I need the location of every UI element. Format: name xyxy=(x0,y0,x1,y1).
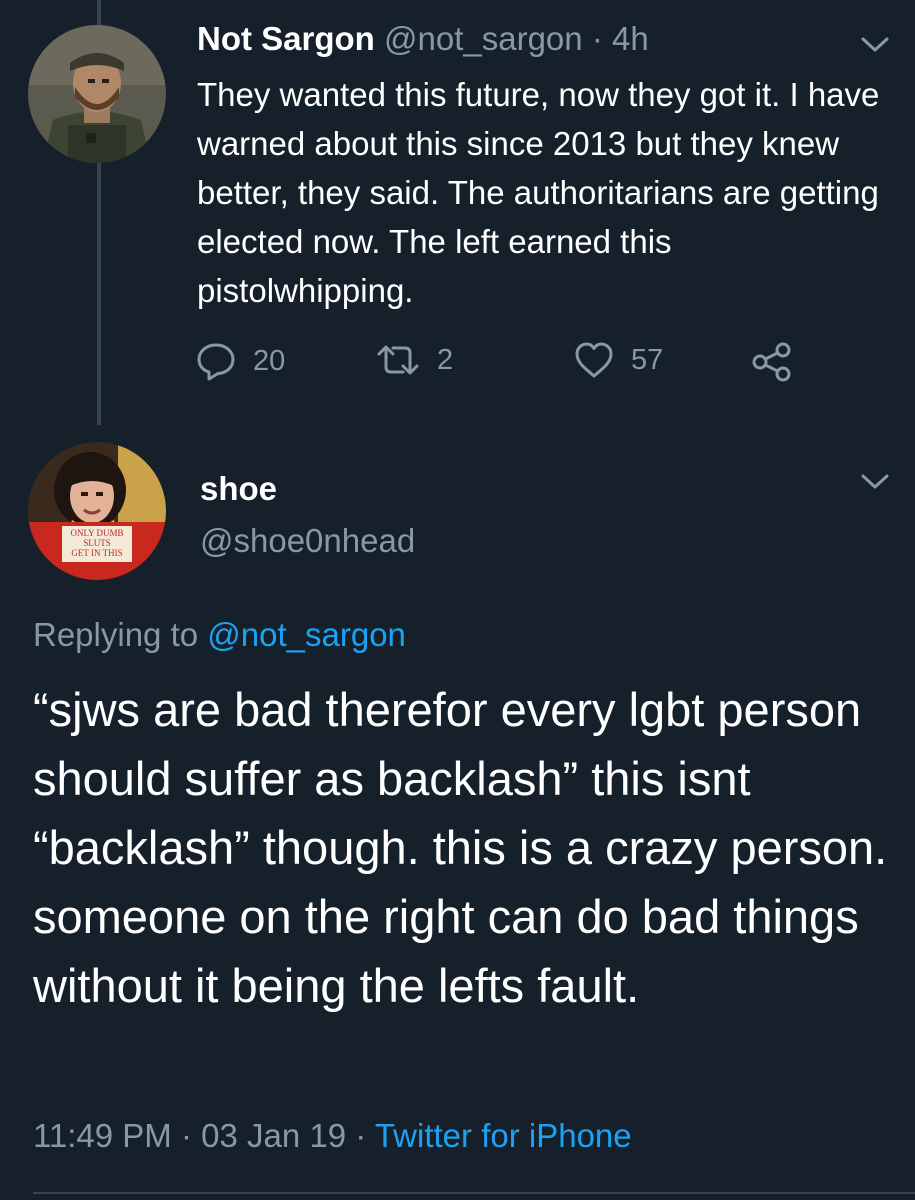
retweet-count: 2 xyxy=(437,343,454,376)
parent-avatar[interactable] xyxy=(28,25,166,163)
share-button[interactable] xyxy=(750,340,794,384)
svg-text:GET IN THIS: GET IN THIS xyxy=(71,548,122,558)
tweet-source[interactable]: Twitter for iPhone xyxy=(375,1117,632,1154)
avatar-sign-text: ONLY DUMB xyxy=(70,528,123,538)
parent-tweet-text: They wanted this future, now they got it… xyxy=(197,76,880,309)
header-separator: · xyxy=(591,20,603,57)
parent-handle[interactable]: @not_sargon xyxy=(384,20,583,57)
chevron-down-icon[interactable] xyxy=(860,472,890,492)
meta-separator: · xyxy=(171,1117,202,1154)
replying-prefix: Replying to xyxy=(33,616,208,653)
like-button[interactable]: 57 xyxy=(573,340,663,380)
reply-button[interactable]: 20 xyxy=(195,340,285,382)
share-icon xyxy=(752,342,791,382)
tweet-metadata: 11:49 PM · 03 Jan 19 · Twitter for iPhon… xyxy=(33,1117,632,1155)
parent-display-name[interactable]: Not Sargon xyxy=(197,20,375,57)
replying-to-mention[interactable]: @not_sargon xyxy=(207,616,406,653)
like-count: 57 xyxy=(631,343,664,376)
replying-to: Replying to @not_sargon xyxy=(33,616,406,654)
svg-text:SLUTS: SLUTS xyxy=(83,538,111,548)
reply-handle[interactable]: @shoe0nhead xyxy=(200,522,415,560)
chevron-down-icon[interactable] xyxy=(860,35,890,55)
reply-count: 20 xyxy=(253,344,286,377)
reply-display-name[interactable]: shoe xyxy=(200,470,277,508)
tweet-date[interactable]: 03 Jan 19 xyxy=(201,1117,346,1154)
like-icon xyxy=(575,342,613,378)
meta-separator: · xyxy=(346,1117,375,1154)
reply-icon xyxy=(197,343,235,381)
parent-timestamp[interactable]: 4h xyxy=(612,20,649,57)
retweet-button[interactable]: 2 xyxy=(375,340,453,380)
divider xyxy=(33,1192,915,1194)
reply-tweet-text: “sjws are bad therefor every lgbt person… xyxy=(33,683,888,1012)
parent-tweet-header: Not Sargon @not_sargon · 4h xyxy=(197,20,649,58)
retweet-icon xyxy=(377,345,419,375)
tweet-actions: 20 2 57 xyxy=(195,340,815,384)
reply-avatar[interactable]: ONLY DUMB SLUTS GET IN THIS xyxy=(28,442,166,580)
tweet-time[interactable]: 11:49 PM xyxy=(33,1117,172,1154)
